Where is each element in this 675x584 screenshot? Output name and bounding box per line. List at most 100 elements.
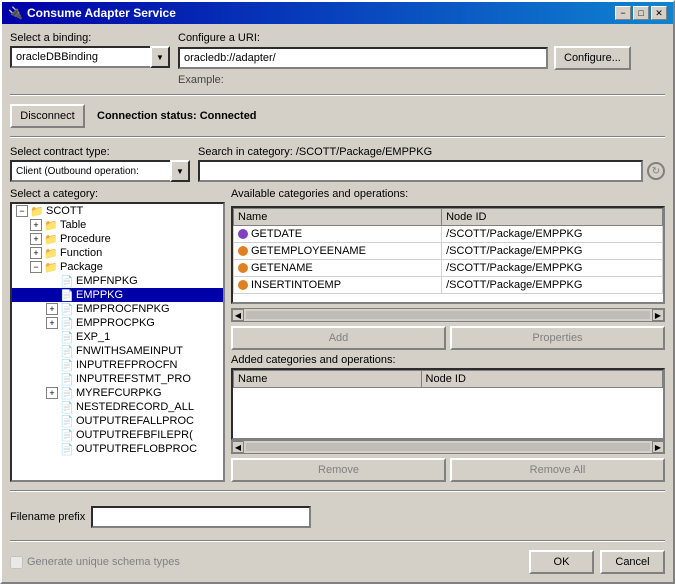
tree-item-outputrefbfile[interactable]: 📄 OUTPUTREFBFILEPR( — [12, 428, 223, 442]
properties-button[interactable]: Properties — [450, 326, 665, 350]
tree-label-outputreflob: OUTPUTREFLOBPROC — [76, 443, 197, 455]
ok-cancel-buttons: OK Cancel — [529, 550, 665, 574]
scroll-right-btn[interactable]: ▶ — [652, 309, 664, 321]
cancel-button[interactable]: Cancel — [600, 550, 665, 574]
tree-label-outputrefbfile: OUTPUTREFBFILEPR( — [76, 429, 193, 441]
op-name-getename: GETENAME — [234, 260, 442, 277]
tree-item-inputrefstmt[interactable]: 📄 INPUTREFSTMT_PRO — [12, 372, 223, 386]
tree-item-emppkg[interactable]: 📄 EMPPKG — [12, 288, 223, 302]
ok-button[interactable]: OK — [529, 550, 594, 574]
tree-item-package[interactable]: − 📁 Package — [12, 260, 223, 274]
search-group: Search in category: /SCOTT/Package/EMPPK… — [198, 146, 665, 182]
tree-label-emppkg: EMPPKG — [76, 289, 123, 301]
added-operations-table[interactable]: Name Node ID — [231, 368, 665, 440]
tree-item-fnwithsameinput[interactable]: 📄 FNWITHSAMEINPUT — [12, 344, 223, 358]
op-nodeid-getename: /SCOTT/Package/EMPPKG — [442, 260, 663, 277]
separator-4 — [10, 540, 665, 542]
uri-label: Configure a URI: — [178, 32, 665, 44]
refresh-icon[interactable]: ↻ — [647, 162, 665, 180]
tree-item-myrefcurpkg[interactable]: + 📄 MYREFCURPKG — [12, 386, 223, 400]
tree-item-procedure[interactable]: + 📁 Procedure — [12, 232, 223, 246]
tree-label-inputrefprocfn: INPUTREFPROCFN — [76, 359, 177, 371]
binding-dropdown[interactable]: oracleDBBinding ▼ — [10, 46, 170, 68]
added-scroll-left[interactable]: ◀ — [232, 441, 244, 453]
item-icon-inputrefprocfn: 📄 — [60, 359, 74, 371]
item-icon-emppkg: 📄 — [60, 289, 74, 301]
title-bar: 🔌 Consume Adapter Service − □ ✕ — [2, 2, 673, 24]
status-value: Connected — [200, 110, 257, 122]
uri-input[interactable] — [178, 47, 548, 69]
maximize-button[interactable]: □ — [633, 6, 649, 20]
content-area: Select a binding: oracleDBBinding ▼ Conf… — [2, 24, 673, 582]
expander-function[interactable]: + — [30, 247, 42, 259]
tree-item-exp1[interactable]: 📄 EXP_1 — [12, 330, 223, 344]
op-row-insertintoemp[interactable]: INSERTINTOEMP /SCOTT/Package/EMPPKG — [234, 277, 663, 294]
op-row-getdate[interactable]: GETDATE /SCOTT/Package/EMPPKG — [234, 226, 663, 243]
item-icon-empprocfnpkg: 📄 — [60, 303, 74, 315]
tree-item-function[interactable]: + 📁 Function — [12, 246, 223, 260]
tree-label-outputrefallproc: OUTPUTREFALLPROC — [76, 415, 194, 427]
expander-myrefcurpkg[interactable]: + — [46, 387, 58, 399]
tree-item-empprocfnpkg[interactable]: + 📄 EMPPROCFNPKG — [12, 302, 223, 316]
added-hscrollbar[interactable]: ◀ ▶ — [231, 440, 665, 454]
search-input[interactable] — [198, 160, 643, 182]
scroll-left-btn[interactable]: ◀ — [232, 309, 244, 321]
add-button[interactable]: Add — [231, 326, 446, 350]
contract-dropdown[interactable]: Client (Outbound operation: ▼ — [10, 160, 190, 182]
separator-1 — [10, 94, 665, 96]
added-scroll-right[interactable]: ▶ — [652, 441, 664, 453]
right-panel: Available categories and operations: Nam… — [231, 188, 665, 482]
tree-item-empfnpkg[interactable]: 📄 EMPFNPKG — [12, 274, 223, 288]
contract-search-row: Select contract type: Client (Outbound o… — [10, 146, 665, 182]
expander-empprocfnpkg[interactable]: + — [46, 303, 58, 315]
tree-item-table[interactable]: + 📁 Table — [12, 218, 223, 232]
binding-dropdown-arrow[interactable]: ▼ — [150, 46, 170, 68]
op-icon-getemployeename — [238, 246, 248, 256]
item-icon-empprocpkg: 📄 — [60, 317, 74, 329]
op-nodeid-getemployeename: /SCOTT/Package/EMPPKG — [442, 243, 663, 260]
search-label: Search in category: /SCOTT/Package/EMPPK… — [198, 146, 665, 158]
available-operations-table[interactable]: Name Node ID GETDATE /SCOTT/Package/EMPP… — [231, 206, 665, 304]
filename-input[interactable] — [91, 506, 311, 528]
ops-hscrollbar[interactable]: ◀ ▶ — [231, 308, 665, 322]
tree-item-inputrefprocfn[interactable]: 📄 INPUTREFPROCFN — [12, 358, 223, 372]
tree-item-outputreflob[interactable]: 📄 OUTPUTREFLOBPROC — [12, 442, 223, 456]
category-label: Select a category: — [10, 188, 225, 200]
configure-button[interactable]: Configure... — [554, 46, 631, 70]
category-tree[interactable]: − 📁 SCOTT + 📁 Table + 📁 Procedure — [10, 202, 225, 482]
contract-value: Client (Outbound operation: — [10, 160, 170, 182]
expander-table[interactable]: + — [30, 219, 42, 231]
added-op-table: Name Node ID — [233, 370, 663, 388]
generate-schema-checkbox[interactable] — [10, 556, 23, 569]
status-prefix: Connection status: — [97, 110, 197, 122]
disconnect-button[interactable]: Disconnect — [10, 104, 85, 128]
generate-schema-label: Generate unique schema types — [27, 556, 180, 568]
close-button[interactable]: ✕ — [651, 6, 667, 20]
expander-empprocpkg[interactable]: + — [46, 317, 58, 329]
contract-group: Select contract type: Client (Outbound o… — [10, 146, 190, 182]
tree-item-scott[interactable]: − 📁 SCOTT — [12, 204, 223, 218]
op-name-getemployeename: GETEMPLOYEENAME — [234, 243, 442, 260]
remove-buttons: Remove Remove All — [231, 458, 665, 482]
remove-button[interactable]: Remove — [231, 458, 446, 482]
tree-item-empprocpkg[interactable]: + 📄 EMPPROCPKG — [12, 316, 223, 330]
expander-procedure[interactable]: + — [30, 233, 42, 245]
expander-package[interactable]: − — [30, 261, 42, 273]
op-row-getename[interactable]: GETENAME /SCOTT/Package/EMPPKG — [234, 260, 663, 277]
item-icon-myrefcurpkg: 📄 — [60, 387, 74, 399]
window-title: Consume Adapter Service — [27, 6, 176, 20]
col-header-nodeid: Node ID — [442, 209, 663, 226]
minimize-button[interactable]: − — [615, 6, 631, 20]
tree-item-outputrefallproc[interactable]: 📄 OUTPUTREFALLPROC — [12, 414, 223, 428]
tree-item-nestedrecord[interactable]: 📄 NESTEDRECORD_ALL — [12, 400, 223, 414]
op-row-getemployeename[interactable]: GETEMPLOYEENAME /SCOTT/Package/EMPPKG — [234, 243, 663, 260]
scrollbar-track — [246, 311, 650, 319]
op-nodeid-insertintoemp: /SCOTT/Package/EMPPKG — [442, 277, 663, 294]
bottom-bar: Generate unique schema types OK Cancel — [10, 550, 665, 574]
remove-all-button[interactable]: Remove All — [450, 458, 665, 482]
contract-dropdown-arrow[interactable]: ▼ — [170, 160, 190, 182]
op-table: Name Node ID GETDATE /SCOTT/Package/EMPP… — [233, 208, 663, 294]
expander-scott[interactable]: − — [16, 205, 28, 217]
tree-label-function: Function — [60, 247, 102, 259]
operations-label: Available categories and operations: — [231, 188, 665, 200]
